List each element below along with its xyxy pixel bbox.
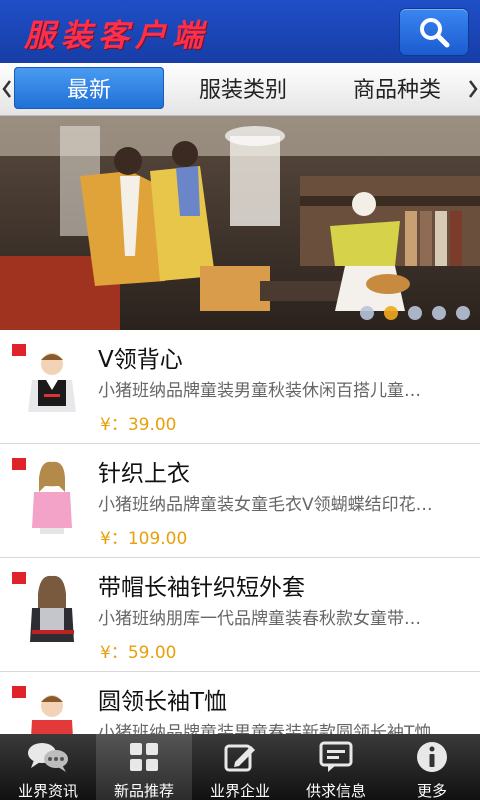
app-header: 服装客户端 [0, 0, 480, 63]
product-thumbnail [10, 456, 90, 536]
nav-label: 更多 [416, 782, 447, 800]
nav-supply-demand[interactable]: 供求信息 [288, 734, 384, 800]
category-tabs: 最新 服装类别 商品种类 [0, 63, 480, 116]
product-description: 小猪班纳品牌童装女童毛衣V领蝴蝶结印花… [98, 495, 433, 515]
tab-latest[interactable]: 最新 [14, 67, 164, 109]
chevron-right-icon [469, 80, 478, 98]
carousel-dot[interactable] [384, 306, 398, 320]
product-list: V领背心 小猪班纳品牌童装男童秋装休闲百搭儿童… ¥：39.00 针织上衣 小猪… [0, 330, 480, 734]
edit-icon [224, 744, 255, 772]
list-item[interactable]: 针织上衣 小猪班纳品牌童装女童毛衣V领蝴蝶结印花… ¥：109.00 [0, 444, 480, 558]
list-item[interactable]: V领背心 小猪班纳品牌童装男童秋装休闲百搭儿童… ¥：39.00 [0, 330, 480, 444]
nav-industry-companies[interactable]: 业界企业 [192, 734, 288, 800]
message-icon [319, 741, 353, 772]
search-button[interactable] [400, 9, 468, 55]
nav-label: 供求信息 [305, 782, 366, 800]
carousel-dot[interactable] [408, 306, 422, 320]
chat-bubbles-icon [28, 743, 68, 772]
grid-icon [130, 743, 158, 771]
carousel-dot[interactable] [432, 306, 446, 320]
carousel-dot[interactable] [456, 306, 470, 320]
product-title: V领背心 [98, 347, 183, 373]
product-description: 小猪班纳品牌童装男童秋装休闲百搭儿童… [98, 381, 421, 401]
list-item[interactable]: 带帽长袖针织短外套 小猪班纳朋库一代品牌童装春秋款女童带… ¥：59.00 [0, 558, 480, 672]
bottom-nav: 业界资讯 新品推荐 业界企业 供求信息 更多 [0, 734, 480, 800]
app-title: 服装客户端 [24, 18, 209, 54]
product-thumbnail [10, 684, 90, 734]
product-thumbnail [10, 342, 90, 422]
tab-product-type[interactable]: 商品种类 [322, 67, 472, 109]
info-icon [417, 742, 447, 772]
chevron-left-icon [2, 80, 11, 98]
product-description: 小猪班纳品牌童装男童春装新款圆领长袖T恤 [98, 723, 432, 734]
nav-label: 新品推荐 [113, 782, 174, 800]
nav-more[interactable]: 更多 [384, 734, 480, 800]
tabs-scroll-left[interactable] [0, 63, 14, 115]
product-title: 带帽长袖针织短外套 [98, 575, 305, 601]
product-title: 圆领长袖T恤 [98, 689, 228, 715]
list-item[interactable]: 圆领长袖T恤 小猪班纳品牌童装男童春装新款圆领长袖T恤 [0, 672, 480, 734]
tab-clothing-category[interactable]: 服装类别 [168, 67, 318, 109]
product-description: 小猪班纳朋库一代品牌童装春秋款女童带… [98, 609, 421, 629]
banner-image [0, 116, 480, 330]
banner-carousel[interactable] [0, 116, 480, 330]
carousel-dot[interactable] [360, 306, 374, 320]
nav-label: 业界企业 [209, 782, 270, 800]
nav-new-products[interactable]: 新品推荐 [96, 734, 192, 800]
search-icon [420, 18, 450, 48]
nav-industry-news[interactable]: 业界资讯 [0, 734, 96, 800]
tabs-scroll-right[interactable] [466, 63, 480, 115]
nav-label: 业界资讯 [17, 782, 78, 800]
product-thumbnail [10, 570, 90, 650]
product-price: ¥：109.00 [100, 529, 188, 549]
carousel-indicators [360, 306, 470, 320]
product-price: ¥：59.00 [100, 643, 177, 663]
product-title: 针织上衣 [98, 461, 190, 487]
product-price: ¥：39.00 [100, 415, 177, 435]
